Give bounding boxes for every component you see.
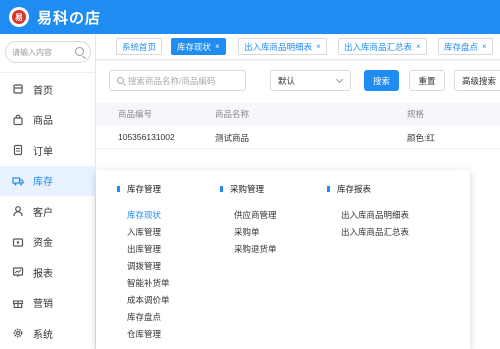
sidebar-item-reports[interactable]: 报表 xyxy=(0,257,96,288)
sidebar-item-system[interactable]: 系统 xyxy=(0,318,96,349)
gift-icon xyxy=(12,297,24,309)
sidebar-item-orders[interactable]: 订单 xyxy=(0,135,96,166)
tabs-bar: 系统首页 库存现状 × 出入库商品明细表 × 出入库商品汇总表 × 库存盘点 × xyxy=(96,34,500,60)
product-spec: 颜色:红 xyxy=(407,133,435,143)
tab-home[interactable]: 系统首页 xyxy=(116,38,163,55)
sidebar-item-label: 客户 xyxy=(33,207,53,219)
tab-label: 库存现状 xyxy=(177,41,212,52)
sidebar-item-label: 营销 xyxy=(33,299,53,311)
column-header: 规格 xyxy=(407,109,425,119)
submenu-heading-reports: 库存报表 xyxy=(327,183,371,195)
product-name: 测试商品 xyxy=(215,133,250,143)
sidebar-item-products[interactable]: 商品 xyxy=(0,105,96,136)
sidebar-search-input[interactable] xyxy=(12,45,72,59)
close-icon[interactable]: × xyxy=(416,42,421,51)
product-search[interactable] xyxy=(109,70,246,91)
heading-label: 采购管理 xyxy=(230,184,265,194)
submenu-link-transfer[interactable]: 调拨管理 xyxy=(127,260,161,272)
sidebar-item-label: 报表 xyxy=(33,268,53,280)
user-icon xyxy=(12,205,24,217)
truck-icon xyxy=(12,175,24,187)
submenu-link-inbound[interactable]: 入库管理 xyxy=(127,226,161,238)
submenu-link-suppliers[interactable]: 供应商管理 xyxy=(234,209,277,221)
close-icon[interactable]: × xyxy=(316,42,321,51)
gear-icon xyxy=(12,327,24,339)
submenu-link-io-detail[interactable]: 出入库商品明细表 xyxy=(341,209,409,221)
sidebar-menu: 首页 商品 订单 库存 客户 资金 报表 营销 系统 xyxy=(0,74,96,349)
column-header: 商品名称 xyxy=(215,109,250,119)
sidebar-search[interactable] xyxy=(5,41,91,63)
top-bar: 易 易科の店 xyxy=(0,0,500,34)
submenu-link-io-summary[interactable]: 出入库商品汇总表 xyxy=(341,226,409,238)
submenu-link-outbound[interactable]: 出库管理 xyxy=(127,243,161,255)
app-logo: 易 xyxy=(9,7,29,27)
sidebar-item-funds[interactable]: 资金 xyxy=(0,227,96,258)
wallet-icon xyxy=(12,236,24,248)
tab-inventory-status[interactable]: 库存现状 × xyxy=(171,38,226,55)
tab-label: 系统首页 xyxy=(122,41,157,52)
sidebar-item-label: 商品 xyxy=(33,116,53,128)
submenu-link-warehouse[interactable]: 仓库管理 xyxy=(127,328,161,340)
submenu-link-purchase-return[interactable]: 采购退货单 xyxy=(234,243,277,255)
bag-icon xyxy=(12,114,24,126)
sidebar-item-marketing[interactable]: 营销 xyxy=(0,288,96,319)
tab-label: 出入库商品汇总表 xyxy=(344,41,413,52)
sidebar-item-label: 首页 xyxy=(33,85,53,97)
sort-select[interactable]: 默认 xyxy=(270,70,351,91)
table-row[interactable]: 105356131002 测试商品 颜色:红 xyxy=(96,127,500,149)
tab-label: 出入库商品明细表 xyxy=(244,41,313,52)
close-icon[interactable]: × xyxy=(482,42,487,51)
home-icon xyxy=(12,83,24,95)
tab-stocktake[interactable]: 库存盘点 × xyxy=(438,38,493,55)
search-icon xyxy=(117,77,124,84)
app-title: 易科の店 xyxy=(37,9,102,27)
divider xyxy=(0,72,96,73)
sidebar: 首页 商品 订单 库存 客户 xyxy=(0,34,96,349)
reset-button[interactable]: 重置 xyxy=(409,70,445,91)
heading-marker xyxy=(117,186,120,192)
sidebar-item-inventory[interactable]: 库存 xyxy=(0,165,96,196)
tab-io-summary[interactable]: 出入库商品汇总表 × xyxy=(338,38,427,55)
inventory-submenu: 库存管理 库存现状 入库管理 出库管理 调拨管理 智能补货单 成本调价单 库存盘… xyxy=(96,170,470,349)
sidebar-item-label: 系统 xyxy=(33,329,53,341)
logo-mark: 易 xyxy=(12,10,26,24)
chart-icon xyxy=(12,266,24,278)
submenu-heading-inventory: 库存管理 xyxy=(117,183,161,195)
submenu-link-cost-adjust[interactable]: 成本调价单 xyxy=(127,294,170,306)
submenu-heading-purchase: 采购管理 xyxy=(220,183,264,195)
product-code: 105356131002 xyxy=(118,132,175,142)
heading-marker xyxy=(220,186,223,192)
submenu-link-stocktake[interactable]: 库存盘点 xyxy=(127,311,161,323)
tab-io-detail[interactable]: 出入库商品明细表 × xyxy=(238,38,327,55)
tab-label: 库存盘点 xyxy=(444,41,479,52)
chevron-down-icon xyxy=(335,75,344,84)
heading-label: 库存报表 xyxy=(337,184,372,194)
heading-marker xyxy=(327,186,330,192)
close-icon[interactable]: × xyxy=(215,42,220,51)
sidebar-item-label: 库存 xyxy=(33,177,53,189)
submenu-link-inventory-status[interactable]: 库存现状 xyxy=(127,209,161,221)
search-button[interactable]: 搜索 xyxy=(364,70,399,91)
product-search-input[interactable] xyxy=(128,74,243,88)
table-header: 商品编号 商品名称 规格 xyxy=(96,103,500,125)
sidebar-item-label: 订单 xyxy=(33,146,53,158)
column-header: 商品编号 xyxy=(118,109,153,119)
advanced-search-button[interactable]: 高级搜索 xyxy=(454,70,500,91)
sidebar-item-label: 资金 xyxy=(33,238,53,250)
sidebar-item-home[interactable]: 首页 xyxy=(0,74,96,105)
heading-label: 库存管理 xyxy=(127,184,162,194)
submenu-link-purchase-order[interactable]: 采购单 xyxy=(234,226,260,238)
sidebar-item-customers[interactable]: 客户 xyxy=(0,196,96,227)
sort-select-value: 默认 xyxy=(278,75,296,86)
search-icon[interactable] xyxy=(75,47,84,56)
document-icon xyxy=(12,144,24,156)
submenu-link-smart-replenish[interactable]: 智能补货单 xyxy=(127,277,170,289)
